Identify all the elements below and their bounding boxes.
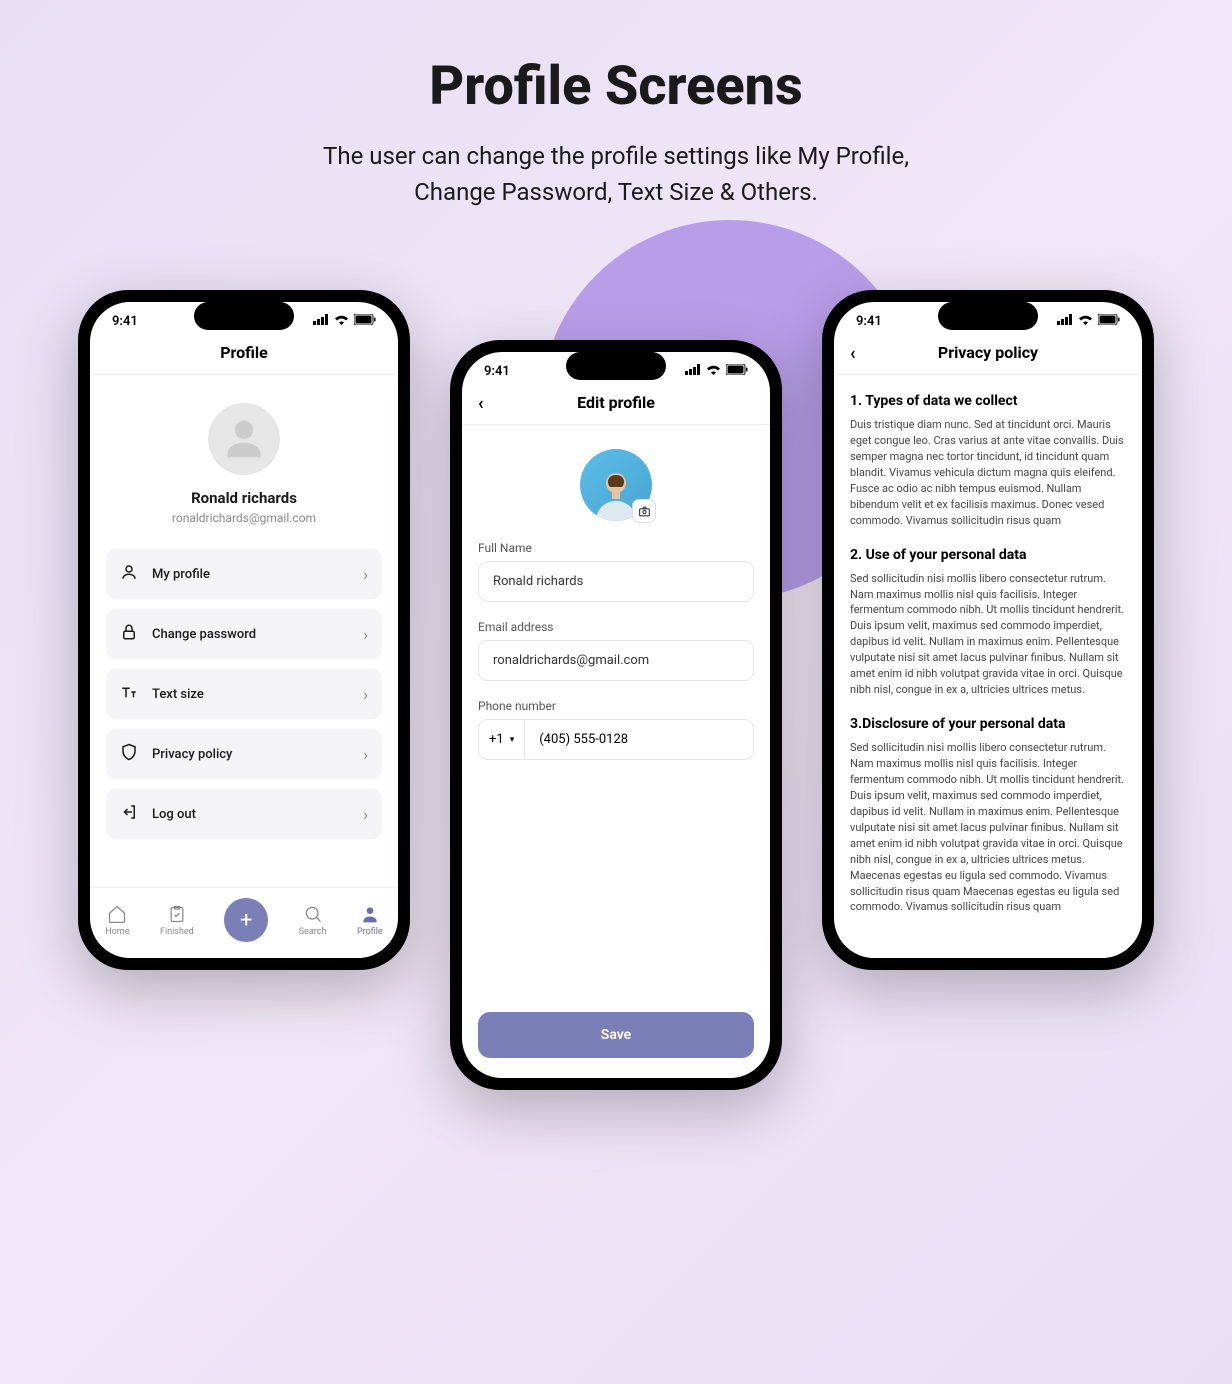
input-email[interactable] xyxy=(478,640,754,681)
chevron-right-icon: › xyxy=(363,685,368,704)
section-heading-1: 1. Types of data we collect xyxy=(850,393,1126,409)
phone-edit-profile: 9:41 ‹ Edit profile xyxy=(450,340,782,1090)
logout-icon xyxy=(120,803,140,825)
country-code-select[interactable]: +1 ▾ xyxy=(479,720,525,759)
tab-label: Home xyxy=(105,927,129,937)
label-fullname: Full Name xyxy=(478,541,754,555)
fab-add[interactable]: + xyxy=(224,898,268,942)
menu-change-password[interactable]: Change password › xyxy=(106,609,382,659)
menu-privacy-policy[interactable]: Privacy policy › xyxy=(106,729,382,779)
tab-label: Search xyxy=(299,927,327,937)
menu-text-size[interactable]: Text size › xyxy=(106,669,382,719)
menu-my-profile[interactable]: My profile › xyxy=(106,549,382,599)
tab-home[interactable]: Home xyxy=(105,904,129,937)
user-name: Ronald richards xyxy=(106,489,382,507)
user-icon xyxy=(120,563,140,585)
back-button[interactable]: ‹ xyxy=(850,343,856,364)
wifi-icon xyxy=(1078,314,1093,329)
save-button[interactable]: Save xyxy=(478,1012,754,1058)
signal-icon xyxy=(1057,314,1073,329)
phone-profile: 9:41 Profile Ronald richards ronaldricha… xyxy=(78,290,410,970)
signal-icon xyxy=(313,314,329,329)
wifi-icon xyxy=(334,314,349,329)
hero-subtitle-2: Change Password, Text Size & Others. xyxy=(0,174,1232,210)
page-title: Profile xyxy=(90,333,398,375)
plus-icon: + xyxy=(240,908,252,933)
tab-profile[interactable]: Profile xyxy=(357,904,383,937)
chevron-down-icon: ▾ xyxy=(510,735,515,745)
notch xyxy=(566,352,666,380)
camera-badge[interactable] xyxy=(632,499,656,523)
menu-logout[interactable]: Log out › xyxy=(106,789,382,839)
signal-icon xyxy=(685,364,701,379)
camera-icon xyxy=(638,505,651,518)
tab-search[interactable]: Search xyxy=(299,904,327,937)
battery-icon xyxy=(354,314,376,329)
notch xyxy=(938,302,1038,330)
status-time: 9:41 xyxy=(112,314,138,329)
hero-subtitle-1: The user can change the profile settings… xyxy=(0,138,1232,174)
battery-icon xyxy=(1098,314,1120,329)
country-code-value: +1 xyxy=(489,732,504,747)
section-heading-3: 3.Disclosure of your personal data xyxy=(850,716,1126,732)
user-email: ronaldrichards@gmail.com xyxy=(106,511,382,525)
menu-label: Privacy policy xyxy=(152,747,363,762)
back-button[interactable]: ‹ xyxy=(478,393,484,414)
chevron-right-icon: › xyxy=(363,745,368,764)
shield-icon xyxy=(120,743,140,765)
section-body-1: Duis tristique diam nunc. Sed at tincidu… xyxy=(850,417,1126,529)
wifi-icon xyxy=(706,364,721,379)
clipboard-check-icon xyxy=(167,904,187,924)
notch xyxy=(194,302,294,330)
battery-icon xyxy=(726,364,748,379)
phone-privacy: 9:41 ‹ Privacy policy 1. Types of data w… xyxy=(822,290,1154,970)
menu-label: Log out xyxy=(152,807,363,822)
home-icon xyxy=(107,904,127,924)
profile-icon xyxy=(360,904,380,924)
text-size-icon xyxy=(120,683,140,705)
section-heading-2: 2. Use of your personal data xyxy=(850,547,1126,563)
chevron-right-icon: › xyxy=(363,565,368,584)
avatar[interactable] xyxy=(580,449,652,521)
menu-label: Change password xyxy=(152,627,363,642)
tab-label: Finished xyxy=(160,927,194,937)
section-body-2: Sed sollicitudin nisi mollis libero cons… xyxy=(850,571,1126,699)
avatar-placeholder[interactable] xyxy=(208,403,280,475)
page-title: Edit profile xyxy=(577,393,655,412)
tab-finished[interactable]: Finished xyxy=(160,904,194,937)
tab-bar: Home Finished + Search Profile xyxy=(90,887,398,958)
menu-label: My profile xyxy=(152,567,363,582)
search-icon xyxy=(303,904,323,924)
hero-title: Profile Screens xyxy=(0,55,1232,118)
menu-label: Text size xyxy=(152,687,363,702)
input-fullname[interactable] xyxy=(478,561,754,602)
label-phone: Phone number xyxy=(478,699,754,713)
chevron-right-icon: › xyxy=(363,805,368,824)
chevron-right-icon: › xyxy=(363,625,368,644)
status-time: 9:41 xyxy=(856,314,882,329)
label-email: Email address xyxy=(478,620,754,634)
status-time: 9:41 xyxy=(484,364,510,379)
tab-label: Profile xyxy=(357,927,383,937)
page-title: Privacy policy xyxy=(938,343,1038,362)
input-phone[interactable] xyxy=(525,720,753,759)
section-body-3: Sed sollicitudin nisi mollis libero cons… xyxy=(850,740,1126,915)
lock-icon xyxy=(120,623,140,645)
